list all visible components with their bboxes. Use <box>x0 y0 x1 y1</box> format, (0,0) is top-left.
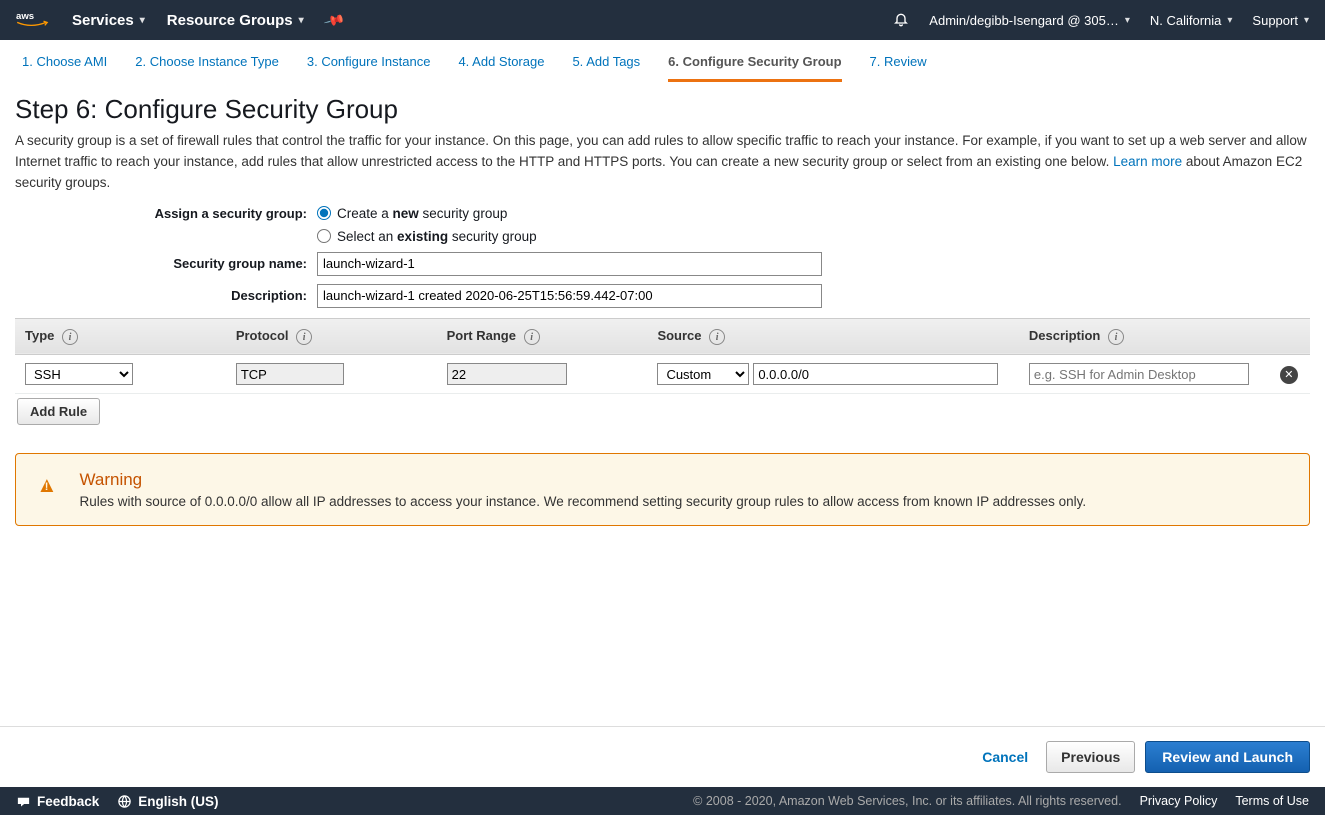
sg-name-label: Security group name: <box>15 256 317 271</box>
warning-icon: ▲! <box>36 472 61 498</box>
assign-sg-label: Assign a security group: <box>15 206 317 221</box>
create-opt-text: Create a new security group <box>337 206 507 221</box>
nav-resource-groups[interactable]: Resource Groups ▾ <box>167 12 304 29</box>
chevron-down-icon: ▾ <box>1227 15 1232 26</box>
tab-choose-instance-type[interactable]: 2. Choose Instance Type <box>135 54 279 82</box>
chevron-down-icon: ▾ <box>1304 15 1309 26</box>
rule-protocol-input <box>236 363 344 385</box>
language-selector[interactable]: English (US) <box>117 794 218 809</box>
review-and-launch-button[interactable]: Review and Launch <box>1145 741 1310 773</box>
bell-icon[interactable] <box>893 11 909 30</box>
language-label: English (US) <box>138 794 218 809</box>
sg-desc-label: Description: <box>15 288 317 303</box>
info-icon[interactable]: i <box>1108 329 1124 345</box>
col-port: Port Range <box>447 328 516 343</box>
learn-more-link[interactable]: Learn more <box>1113 154 1182 169</box>
add-rule-button[interactable]: Add Rule <box>17 398 100 425</box>
create-new-sg-radio-input[interactable] <box>317 206 331 220</box>
svg-text:aws: aws <box>16 11 34 22</box>
rule-desc-input[interactable] <box>1029 363 1249 385</box>
info-icon[interactable]: i <box>296 329 312 345</box>
nav-support[interactable]: Support ▾ <box>1252 13 1309 28</box>
feedback-label: Feedback <box>37 794 99 809</box>
previous-button[interactable]: Previous <box>1046 741 1135 773</box>
rule-row: SSH Custom ✕ <box>15 355 1310 394</box>
chevron-down-icon: ▾ <box>140 15 145 26</box>
sg-desc-input[interactable] <box>317 284 822 308</box>
page-title: Step 6: Configure Security Group <box>15 94 1310 125</box>
top-nav: aws Services ▾ Resource Groups ▾ 📌 Admin… <box>0 0 1325 40</box>
actions-bar: Cancel Previous Review and Launch <box>0 726 1325 787</box>
col-type: Type <box>25 328 54 343</box>
aws-logo[interactable]: aws <box>16 9 52 31</box>
bottom-bar: Feedback English (US) © 2008 - 2020, Ama… <box>0 787 1325 815</box>
nav-services-label: Services <box>72 12 134 29</box>
rule-type-select[interactable]: SSH <box>25 363 133 385</box>
nav-region-label: N. California <box>1150 13 1222 28</box>
create-new-sg-radio[interactable]: Create a new security group <box>317 206 507 221</box>
terms-link[interactable]: Terms of Use <box>1235 794 1309 808</box>
cancel-button[interactable]: Cancel <box>974 743 1036 771</box>
col-source: Source <box>657 328 701 343</box>
nav-region[interactable]: N. California ▾ <box>1150 13 1233 28</box>
sg-name-input[interactable] <box>317 252 822 276</box>
feedback-link[interactable]: Feedback <box>16 794 99 809</box>
tab-configure-instance[interactable]: 3. Configure Instance <box>307 54 431 82</box>
col-protocol: Protocol <box>236 328 289 343</box>
rule-port-input <box>447 363 567 385</box>
copyright-text: © 2008 - 2020, Amazon Web Services, Inc.… <box>693 794 1121 808</box>
tab-choose-ami[interactable]: 1. Choose AMI <box>22 54 107 82</box>
select-existing-sg-radio-input[interactable] <box>317 229 331 243</box>
select-existing-sg-radio[interactable]: Select an existing security group <box>317 229 537 244</box>
tab-configure-security-group[interactable]: 6. Configure Security Group <box>668 54 841 82</box>
select-opt-text: Select an existing security group <box>337 229 537 244</box>
warning-box: ▲! Warning Rules with source of 0.0.0.0/… <box>15 453 1310 526</box>
nav-services[interactable]: Services ▾ <box>72 12 145 29</box>
warning-text: Rules with source of 0.0.0.0/0 allow all… <box>79 494 1086 509</box>
remove-rule-button[interactable]: ✕ <box>1280 366 1298 384</box>
tab-add-tags[interactable]: 5. Add Tags <box>572 54 640 82</box>
col-desc: Description <box>1029 328 1101 343</box>
content-area: Step 6: Configure Security Group A secur… <box>0 82 1325 546</box>
privacy-link[interactable]: Privacy Policy <box>1140 794 1218 808</box>
wizard-tabs: 1. Choose AMI 2. Choose Instance Type 3.… <box>0 40 1325 82</box>
chevron-down-icon: ▾ <box>299 15 304 26</box>
rule-source-select[interactable]: Custom <box>657 363 749 385</box>
rules-table: Type i Protocol i Port Range i Source i … <box>15 318 1310 395</box>
nav-support-label: Support <box>1252 13 1298 28</box>
tab-review[interactable]: 7. Review <box>870 54 927 82</box>
page-description: A security group is a set of firewall ru… <box>15 131 1310 194</box>
info-icon[interactable]: i <box>62 329 78 345</box>
nav-account-label: Admin/degibb-Isengard @ 305… <box>929 13 1119 28</box>
rule-source-cidr-input[interactable] <box>753 363 998 385</box>
warning-title: Warning <box>79 470 1086 490</box>
nav-resource-groups-label: Resource Groups <box>167 12 293 29</box>
nav-account[interactable]: Admin/degibb-Isengard @ 305… ▾ <box>929 13 1130 28</box>
chevron-down-icon: ▾ <box>1125 15 1130 26</box>
tab-add-storage[interactable]: 4. Add Storage <box>458 54 544 82</box>
info-icon[interactable]: i <box>524 329 540 345</box>
info-icon[interactable]: i <box>709 329 725 345</box>
pin-icon[interactable]: 📌 <box>323 8 347 31</box>
